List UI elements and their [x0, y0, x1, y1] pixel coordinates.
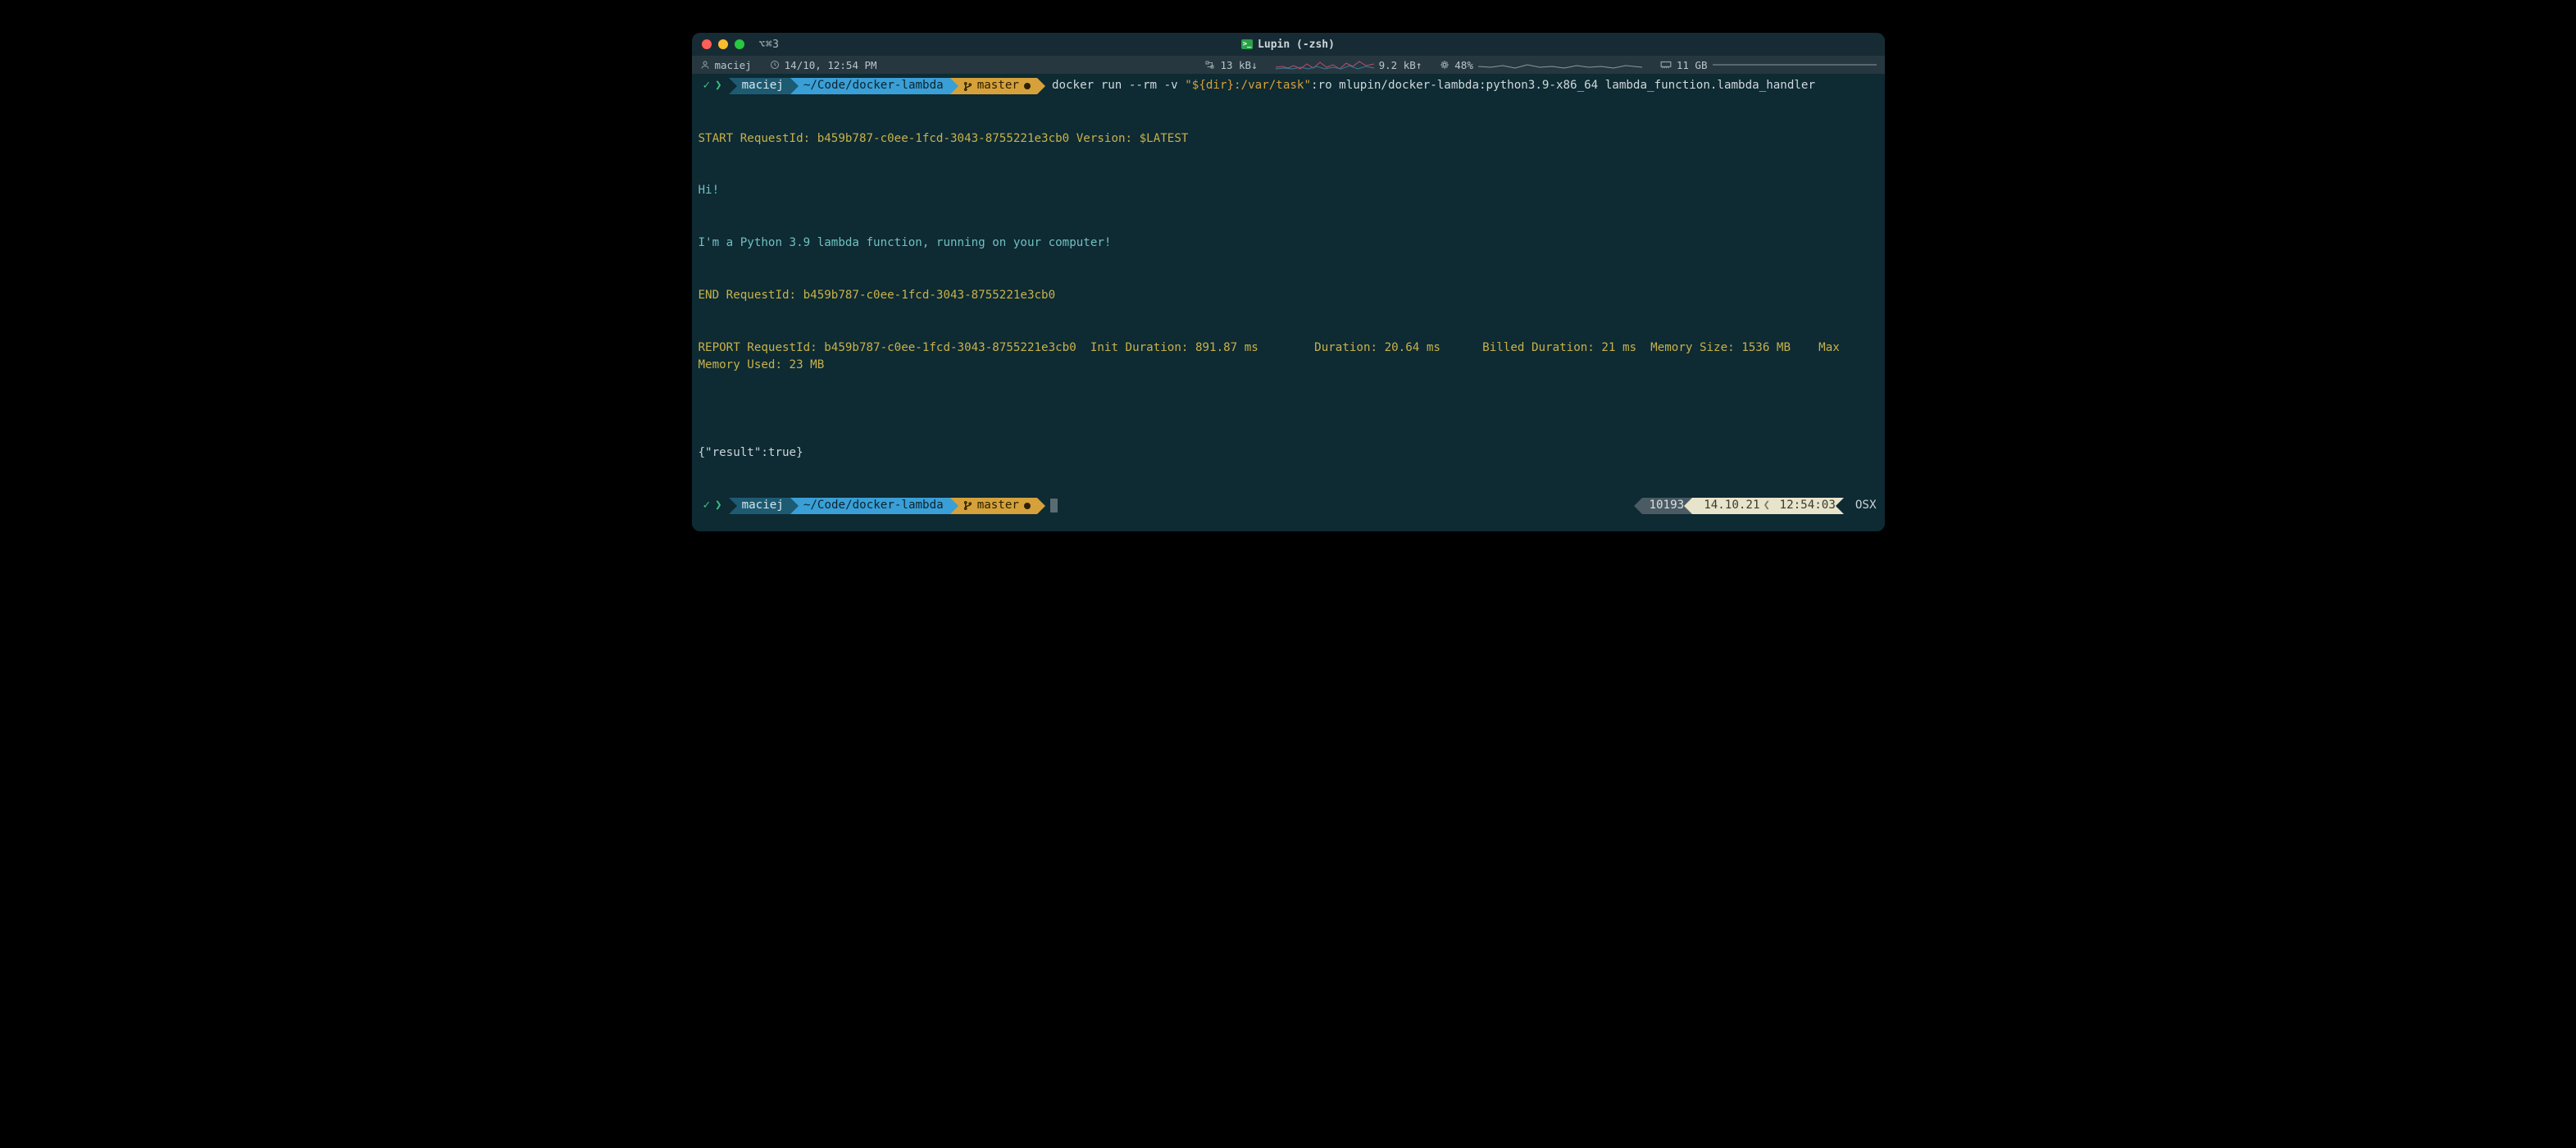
check-icon: ✓ [703, 497, 711, 514]
output-line: REPORT RequestId: b459b787-c0ee-1fcd-304… [699, 339, 1878, 375]
prompt-branch-segment: master [950, 78, 1037, 94]
date-label: 14.10.21 [1704, 497, 1759, 514]
status-datetime-label: 14/10, 12:54 PM [785, 59, 877, 71]
prompt-status-segment: ✓ ❯ [695, 78, 729, 94]
sparkline-cpu-icon [1478, 59, 1642, 71]
command-string: "${dir}:/var/task" [1185, 79, 1311, 92]
zoom-icon[interactable] [735, 39, 744, 49]
command-prefix: docker run --rm -v [1052, 79, 1185, 92]
history-number: 10193 [1649, 497, 1684, 514]
date-segment: 14.10.21 [1692, 498, 1768, 514]
status-user: maciej [700, 59, 752, 71]
window-title-text: Lupin (-zsh) [1258, 39, 1335, 51]
terminal-icon: >_ [1241, 39, 1253, 49]
git-branch-icon [963, 81, 972, 92]
titlebar: ⌥⌘3 >_ Lupin (-zsh) [692, 33, 1885, 56]
os-label: OSX [1855, 497, 1877, 514]
prompt-line-1: ✓ ❯ maciej ~/Code/docker-lambda master d… [695, 77, 1882, 95]
cursor [1050, 499, 1058, 512]
status-ram: 11 GB [1660, 59, 1877, 71]
status-network: 13 kB↓ [1204, 59, 1257, 71]
status-cpu: 48% [1440, 59, 1642, 71]
check-icon: ✓ [703, 77, 711, 94]
prompt-user-label: maciej [742, 77, 784, 94]
prompt-path-segment: ~/Code/docker-lambda [790, 78, 950, 94]
terminal-window: ⌥⌘3 >_ Lupin (-zsh) maciej 14/10, 12:54 … [692, 33, 1885, 531]
right-prompt: 10193 14.10.21 ❮ 12:54:03 OSX [1642, 498, 1881, 514]
prompt-path-segment: ~/Code/docker-lambda [790, 498, 950, 514]
prompt-user-label: maciej [742, 497, 784, 514]
minimize-icon[interactable] [718, 39, 728, 49]
network-icon [1204, 60, 1215, 70]
clock-icon [770, 60, 780, 70]
prompt-user-segment: maciej [729, 498, 790, 514]
output-line: I'm a Python 3.9 lambda function, runnin… [699, 235, 1878, 252]
prompt-path-label: ~/Code/docker-lambda [803, 497, 944, 514]
status-cpu-label: 48% [1454, 59, 1473, 71]
output-line: END RequestId: b459b787-c0ee-1fcd-3043-8… [699, 287, 1878, 304]
os-segment: OSX [1844, 498, 1882, 514]
command-text: docker run --rm -v "${dir}:/var/task":ro… [1052, 77, 1815, 94]
ram-icon [1660, 61, 1672, 69]
prompt-branch-label: master [977, 77, 1019, 94]
output-line: Hi! [699, 182, 1878, 199]
status-network-graph: 9.2 kB↑ [1276, 59, 1422, 71]
prompt-line-2: ✓ ❯ maciej ~/Code/docker-lambda master [695, 497, 1882, 515]
statusbar: maciej 14/10, 12:54 PM 13 kB↓ 9.2 kB↑ [692, 56, 1885, 74]
output-line: {"result":true} [699, 444, 1878, 462]
prompt-user-segment: maciej [729, 78, 790, 94]
tab-shortcut-label: ⌥⌘3 [759, 39, 780, 51]
command-suffix: :ro mlupin/docker-lambda:python3.9-x86_6… [1311, 79, 1815, 92]
sparkline-network-icon [1276, 59, 1374, 71]
chevron-left-icon: ❮ [1764, 497, 1771, 514]
time-label: 12:54:03 [1780, 497, 1836, 514]
prompt-path-label: ~/Code/docker-lambda [803, 77, 944, 94]
cpu-icon [1440, 60, 1450, 70]
prompt-branch-label: master [977, 497, 1019, 514]
prompt-branch-segment: master [950, 498, 1037, 514]
git-branch-icon [963, 500, 972, 511]
status-net-up: 9.2 kB↑ [1379, 59, 1422, 71]
status-ram-label: 11 GB [1677, 59, 1708, 71]
branch-dirty-dot-icon [1024, 503, 1031, 509]
close-icon[interactable] [702, 39, 712, 49]
command-output: START RequestId: b459b787-c0ee-1fcd-3043… [695, 95, 1882, 497]
time-segment: ❮ 12:54:03 [1768, 498, 1844, 514]
status-user-label: maciej [715, 59, 752, 71]
status-datetime: 14/10, 12:54 PM [770, 59, 877, 71]
sparkline-ram-icon [1713, 59, 1877, 71]
chevron-right-icon: ❯ [715, 497, 722, 514]
status-net-down: 13 kB↓ [1220, 59, 1257, 71]
branch-dirty-dot-icon [1024, 83, 1031, 89]
traffic-lights [702, 39, 744, 49]
terminal-body[interactable]: ✓ ❯ maciej ~/Code/docker-lambda master d… [692, 74, 1885, 531]
prompt-status-segment: ✓ ❯ [695, 498, 729, 514]
chevron-right-icon: ❯ [715, 77, 722, 94]
output-line: START RequestId: b459b787-c0ee-1fcd-3043… [699, 130, 1878, 148]
window-title: >_ Lupin (-zsh) [1241, 39, 1335, 51]
user-icon [700, 60, 710, 70]
